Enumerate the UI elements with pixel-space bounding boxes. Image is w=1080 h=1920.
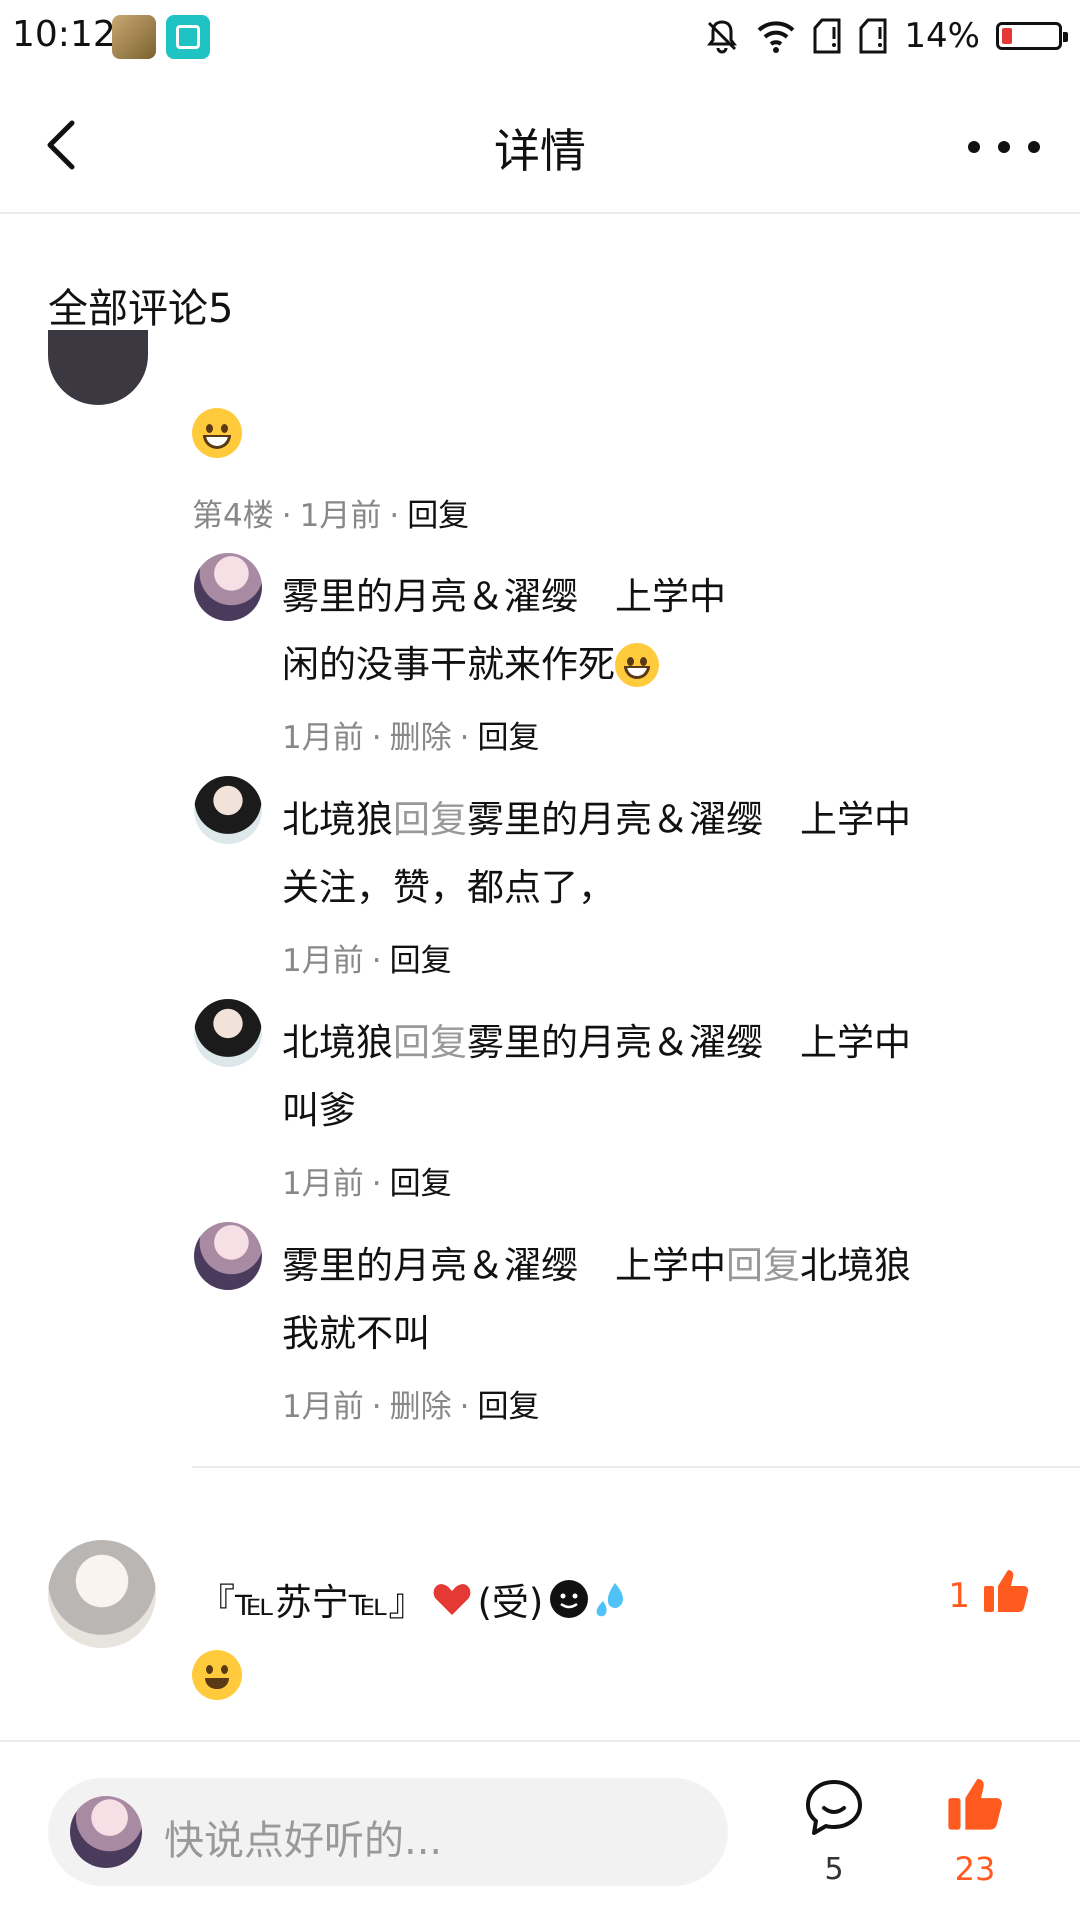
status-time: 10:12 xyxy=(12,14,116,55)
avatar[interactable] xyxy=(48,1540,156,1648)
reply-target[interactable]: 雾里的月亮＆濯缨 上学中 xyxy=(467,798,911,841)
avatar[interactable] xyxy=(194,776,262,844)
comment-input-placeholder: 快说点好听的... xyxy=(164,1818,443,1864)
reply-button[interactable]: 回复 xyxy=(407,498,469,534)
reply-username[interactable]: 雾里的月亮＆濯缨 上学中 xyxy=(282,566,726,620)
comment-input[interactable]: 快说点好听的... xyxy=(48,1778,728,1886)
reply-username[interactable]: 北境狼 xyxy=(282,1021,393,1064)
divider xyxy=(192,1466,1080,1468)
reply-username[interactable]: 北境狼 xyxy=(282,798,393,841)
like-button[interactable] xyxy=(946,1774,1004,1832)
comment-button[interactable] xyxy=(804,1778,864,1838)
comment-header: 『℡苏宁℡』 (受) xyxy=(198,1572,631,1626)
avatar[interactable] xyxy=(194,553,262,621)
grin-emoji-icon xyxy=(192,408,242,458)
wifi-icon xyxy=(756,18,796,54)
smiley-black-icon xyxy=(550,1580,589,1618)
sim2-icon xyxy=(858,17,888,55)
reply-meta: 1月前 · 回复 xyxy=(282,943,452,979)
reply-text: 我就不叫 xyxy=(282,1312,430,1355)
reply-header: 北境狼回复雾里的月亮＆濯缨 上学中 xyxy=(282,1021,911,1064)
bell-off-icon xyxy=(704,18,740,54)
comment-bubble-icon xyxy=(806,1780,862,1835)
avatar xyxy=(70,1796,142,1868)
status-bar: 10:12 14% xyxy=(0,0,1080,75)
reply-header: 雾里的月亮＆濯缨 上学中回复北境狼 xyxy=(282,1244,911,1287)
comment-meta: 第4楼 · 1月前 · 回复 xyxy=(192,498,470,534)
delete-button[interactable]: 删除 xyxy=(390,720,452,756)
delete-button[interactable]: 删除 xyxy=(390,1389,452,1425)
reply-text: 关注，赞，都点了， xyxy=(282,866,615,909)
page-title: 详情 xyxy=(494,124,586,178)
avatar[interactable] xyxy=(194,999,262,1067)
smile-emoji-icon xyxy=(192,1650,242,1700)
user-suffix: (受) xyxy=(477,1581,544,1624)
reply-meta: 1月前 · 回复 xyxy=(282,1166,452,1202)
reply-username[interactable]: 雾里的月亮＆濯缨 上学中 xyxy=(282,1244,726,1287)
reply-text: 闲的没事干就来作死 xyxy=(282,634,659,688)
sweat-drops-icon xyxy=(596,1583,624,1617)
reply-header: 北境狼回复雾里的月亮＆濯缨 上学中 xyxy=(282,798,911,841)
grin-emoji-icon xyxy=(615,643,659,687)
sim1-icon xyxy=(812,17,842,55)
battery-percent: 14% xyxy=(904,16,980,56)
heart-icon xyxy=(433,1584,470,1615)
nav-bar: 详情 xyxy=(0,75,1080,214)
reply-button[interactable]: 回复 xyxy=(390,943,452,979)
avatar[interactable] xyxy=(48,330,148,405)
comment-like-count: 1 xyxy=(948,1576,970,1616)
reply-meta: 1月前 · 删除 · 回复 xyxy=(282,720,540,756)
reply-target[interactable]: 北境狼 xyxy=(800,1244,911,1287)
comment-like-button[interactable] xyxy=(982,1566,1030,1614)
more-button[interactable] xyxy=(968,127,1040,167)
reply-text: 叫爹 xyxy=(282,1089,356,1132)
comments-section-title: 全部评论5 xyxy=(48,286,234,332)
like-count: 23 xyxy=(954,1850,996,1888)
more-dots-icon xyxy=(968,141,980,153)
reply-target[interactable]: 雾里的月亮＆濯缨 上学中 xyxy=(467,1021,911,1064)
battery-icon xyxy=(996,22,1068,50)
reply-meta: 1月前 · 删除 · 回复 xyxy=(282,1389,540,1425)
comment-username[interactable]: 『℡苏宁℡』 xyxy=(198,1572,426,1626)
thumbs-up-icon xyxy=(984,1570,1029,1612)
comment-count: 5 xyxy=(824,1852,844,1887)
scan-icon xyxy=(166,15,210,59)
bottom-bar: 快说点好听的... 5 23 xyxy=(0,1740,1080,1920)
thumbs-up-icon xyxy=(948,1778,1002,1830)
avatar[interactable] xyxy=(194,1222,262,1290)
app-notification-icon xyxy=(112,15,156,59)
reply-button[interactable]: 回复 xyxy=(390,1166,452,1202)
reply-button[interactable]: 回复 xyxy=(477,720,539,756)
reply-button[interactable]: 回复 xyxy=(477,1389,539,1425)
